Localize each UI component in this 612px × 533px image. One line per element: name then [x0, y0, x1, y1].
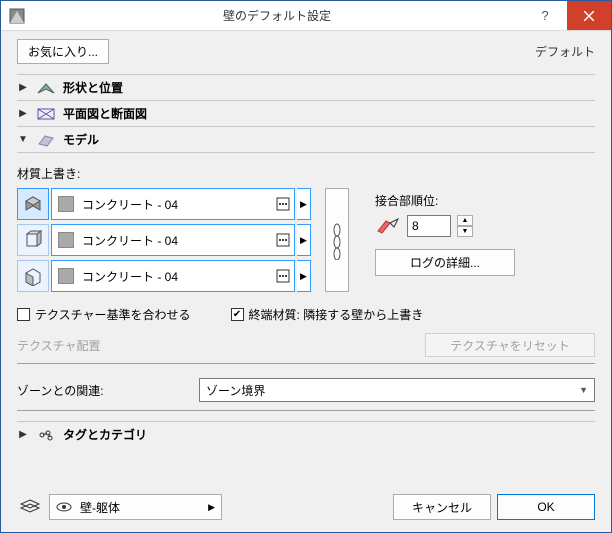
dialog-content: お気に入り... デフォルト ▶ 形状と位置 ▶ 平面図と断面図 ▼ モデル 材… [1, 31, 611, 486]
layer-picker[interactable]: 壁-躯体 ▶ [49, 494, 222, 520]
chevron-right-icon: ▶ [17, 82, 29, 93]
section-plan[interactable]: ▶ 平面図と断面図 [17, 100, 595, 126]
window-title: 壁のデフォルト設定 [31, 7, 523, 24]
chevron-down-icon: ▼ [17, 134, 29, 145]
junction-label: 接合部順位: [375, 192, 515, 209]
zone-label: ゾーンとの関連: [17, 382, 187, 399]
chevron-right-icon: ▶ [208, 502, 215, 513]
material-row-1: コンクリート - 04 ▶ [17, 188, 311, 220]
model-icon [35, 132, 57, 148]
options-icon [276, 269, 290, 283]
checkbox-row: テクスチャー基準を合わせる ✔ 終端材質: 隣接する壁から上書き [17, 306, 595, 323]
section-shape[interactable]: ▶ 形状と位置 [17, 74, 595, 100]
cancel-button[interactable]: キャンセル [393, 494, 491, 520]
texture-reset-button: テクスチャをリセット [425, 333, 595, 357]
zone-value: ゾーン境界 [206, 382, 265, 399]
material-swatch-icon [58, 268, 74, 284]
tags-icon [35, 427, 57, 443]
app-icon [3, 2, 31, 30]
options-icon [276, 197, 290, 211]
section-model[interactable]: ▼ モデル [17, 126, 595, 152]
material-name: コンクリート - 04 [82, 196, 268, 213]
material-rows: コンクリート - 04 ▶ コンクリート - 04 ▶ [17, 188, 595, 292]
align-texture-checkbox[interactable]: テクスチャー基準を合わせる [17, 306, 191, 323]
layer-name: 壁-躯体 [80, 499, 200, 516]
checkbox-unchecked-icon [17, 308, 30, 321]
top-row: お気に入り... デフォルト [17, 39, 595, 64]
chevron-right-icon: ▶ [17, 108, 29, 119]
chevron-down-icon: ▼ [579, 385, 588, 395]
material-swatch-icon [58, 196, 74, 212]
section-tags[interactable]: ▶ タグとカテゴリ [17, 421, 595, 447]
face-edge-icon[interactable] [17, 224, 49, 256]
flyout-arrow[interactable]: ▶ [297, 224, 311, 256]
zone-combo[interactable]: ゾーン境界 ▼ [199, 378, 595, 402]
titlebar: 壁のデフォルト設定 ? [1, 1, 611, 31]
default-label: デフォルト [535, 43, 595, 60]
chevron-right-icon: ▶ [17, 429, 29, 440]
section-model-label: モデル [63, 131, 99, 148]
material-row-2: コンクリート - 04 ▶ [17, 224, 311, 256]
texture-placement-label: テクスチャ配置 [17, 337, 101, 354]
material-picker-2[interactable]: コンクリート - 04 [51, 224, 295, 256]
end-material-checkbox[interactable]: ✔ 終端材質: 隣接する壁から上書き [231, 306, 424, 323]
close-button[interactable] [567, 1, 611, 30]
spin-up-button[interactable]: ▲ [457, 215, 473, 226]
model-panel: 材質上書き: コンクリート - 04 ▶ [17, 152, 595, 415]
face-inner-icon[interactable] [17, 260, 49, 292]
chain-link-button[interactable] [325, 188, 349, 292]
material-swatch-icon [58, 232, 74, 248]
dialog-window: 壁のデフォルト設定 ? お気に入り... デフォルト ▶ 形状と位置 ▶ 平面図… [0, 0, 612, 533]
material-picker-1[interactable]: コンクリート - 04 [51, 188, 295, 220]
section-tags-label: タグとカテゴリ [63, 426, 147, 443]
shape-icon [35, 80, 57, 96]
help-button[interactable]: ? [523, 1, 567, 30]
checkbox-checked-icon: ✔ [231, 308, 244, 321]
flyout-arrow[interactable]: ▶ [297, 188, 311, 220]
junction-panel: 接合部順位: ▲ ▼ ログの詳細... [375, 188, 515, 292]
material-override-label: 材質上書き: [17, 165, 595, 182]
junction-spinner: ▲ ▼ [375, 215, 515, 237]
layers-icon [17, 498, 43, 516]
favorites-button[interactable]: お気に入り... [17, 39, 109, 64]
face-outer-icon[interactable] [17, 188, 49, 220]
material-row-3: コンクリート - 04 ▶ [17, 260, 311, 292]
junction-input[interactable] [407, 215, 451, 237]
material-name: コンクリート - 04 [82, 268, 268, 285]
eye-icon [56, 501, 72, 513]
section-plan-label: 平面図と断面図 [63, 105, 147, 122]
zone-row: ゾーンとの関連: ゾーン境界 ▼ [17, 378, 595, 402]
material-name: コンクリート - 04 [82, 232, 268, 249]
material-picker-3[interactable]: コンクリート - 04 [51, 260, 295, 292]
plan-icon [35, 106, 57, 122]
end-material-label: 終端材質: 隣接する壁から上書き [249, 306, 424, 323]
section-shape-label: 形状と位置 [63, 79, 123, 96]
junction-icon [375, 215, 401, 237]
log-details-button[interactable]: ログの詳細... [375, 249, 515, 276]
ok-button[interactable]: OK [497, 494, 595, 520]
footer: 壁-躯体 ▶ キャンセル OK [1, 486, 611, 532]
flyout-arrow[interactable]: ▶ [297, 260, 311, 292]
options-icon [276, 233, 290, 247]
spin-down-button[interactable]: ▼ [457, 226, 473, 237]
window-buttons: ? [523, 1, 611, 30]
align-texture-label: テクスチャー基準を合わせる [35, 306, 191, 323]
